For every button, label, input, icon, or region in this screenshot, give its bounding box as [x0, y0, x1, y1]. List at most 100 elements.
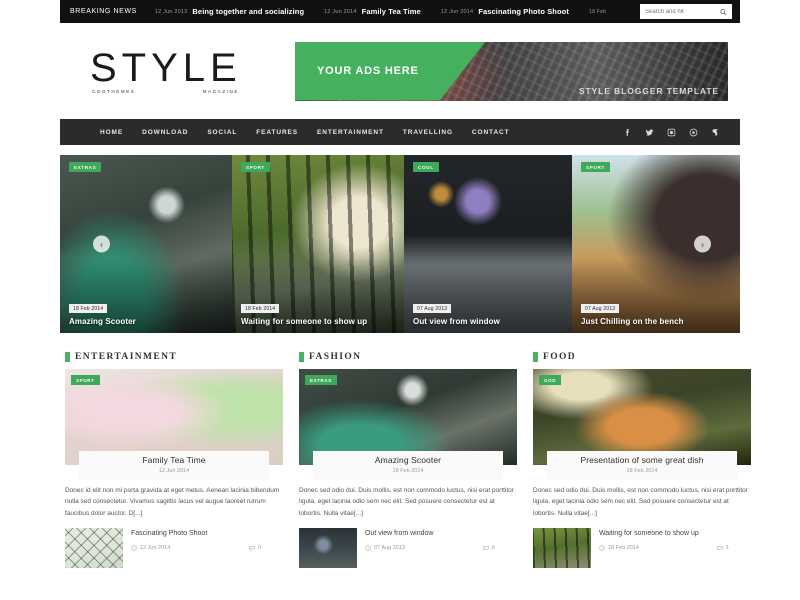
article-date: 18 Feb 2014: [392, 468, 424, 474]
list-item-date-wrap: 12 Jun 2014: [131, 545, 170, 551]
list-item-thumbnail[interactable]: [299, 528, 357, 569]
slide-title[interactable]: Out view from window: [413, 317, 563, 326]
site-logo[interactable]: STYLE COOTHEMES MAGAZINE: [60, 48, 295, 94]
twitter-icon[interactable]: [645, 128, 654, 137]
article-card[interactable]: SPORT Family Tea Time 12 Jun 2014 Donec …: [65, 369, 283, 519]
article-card[interactable]: EXTRAS Amazing Scooter 18 Feb 2014 Donec…: [299, 369, 517, 519]
category-marker-icon: [533, 352, 538, 362]
nav-item-download[interactable]: DOWNLOAD: [142, 129, 188, 136]
category-title[interactable]: ENTERTAINMENT: [75, 352, 177, 362]
nav-item-features[interactable]: FEATURES: [256, 129, 298, 136]
youtube-icon[interactable]: [711, 128, 720, 137]
slider-prev-button[interactable]: ‹: [93, 235, 110, 253]
slide-title[interactable]: Just Chilling on the bench: [581, 317, 731, 326]
article-excerpt: Donec sed odio dui. Duis mollis, est non…: [299, 487, 514, 517]
search-icon[interactable]: [720, 8, 727, 15]
article-meta: Amazing Scooter 18 Feb 2014: [313, 451, 503, 480]
ad-banner[interactable]: YOUR ADS HERE STYLE BLOGGER TEMPLATE: [295, 41, 728, 101]
category-header: FASHION: [299, 345, 517, 369]
slide-date: 18 Feb 2014: [69, 304, 108, 313]
category-columns: ENTERTAINMENT SPORT Family Tea Time 12 J…: [60, 345, 751, 569]
slide-title[interactable]: Waiting for someone to show up: [241, 317, 395, 326]
slide-category-badge[interactable]: SPORT: [241, 162, 271, 172]
comment-icon: [483, 546, 489, 551]
nav-item-entertainment[interactable]: ENTERTAINMENT: [317, 129, 384, 136]
slider-next-button[interactable]: ›: [694, 235, 711, 253]
slider-slide[interactable]: COOL 07 Aug 2013 Out view from window: [404, 155, 572, 333]
list-item-body: Out view from window 07 Aug 2013 0: [365, 528, 517, 551]
list-item-thumbnail[interactable]: [65, 528, 123, 569]
list-item-date: 12 Jun 2014: [140, 545, 171, 552]
ticker-title: Family Tea Time: [361, 7, 421, 16]
ad-label: YOUR ADS HERE: [317, 65, 419, 77]
slide-date: 07 Aug 2013: [581, 304, 620, 313]
list-item-comments-wrap: 0: [483, 545, 517, 551]
slider-slide[interactable]: SPORT 18 Feb 2014 Waiting for someone to…: [232, 155, 404, 333]
nav-item-contact[interactable]: CONTACT: [472, 129, 510, 136]
clock-icon: [599, 545, 605, 551]
ticker-item[interactable]: 12 Jun 2013 Being together and socializi…: [155, 7, 304, 16]
list-item-thumbnail[interactable]: [533, 528, 591, 569]
main-navigation: HOME DOWNLOAD SOCIAL FEATURES ENTERTAINM…: [60, 119, 740, 145]
article-excerpt: Donec id elit non mi porta gravida at eg…: [65, 487, 280, 517]
list-item-comment-count: 0: [257, 545, 261, 552]
category-title[interactable]: FASHION: [309, 352, 361, 362]
article-date: 18 Feb 2014: [626, 468, 658, 474]
dribbble-icon[interactable]: [689, 128, 698, 137]
nav-item-social[interactable]: SOCIAL: [207, 129, 237, 136]
category-marker-icon: [299, 352, 304, 362]
list-item-title[interactable]: Waiting for someone to show up: [599, 530, 751, 537]
list-item[interactable]: Waiting for someone to show up 18 Feb 20…: [533, 528, 751, 569]
ticker-date: 12 Jun 2013: [154, 8, 188, 15]
slide-caption: 18 Feb 2014 Amazing Scooter: [60, 297, 232, 334]
ticker-tail-date: 18 Feb: [588, 8, 607, 15]
ticker-date: 12 Jun 2014: [440, 8, 474, 15]
slide-category-badge[interactable]: COOL: [413, 162, 439, 172]
ticker-title: Fascinating Photo Shoot: [478, 7, 569, 16]
article-title[interactable]: Family Tea Time: [85, 455, 263, 465]
clock-icon: [365, 545, 371, 551]
article-title[interactable]: Presentation of some great dish: [553, 455, 731, 465]
column-entertainment: ENTERTAINMENT SPORT Family Tea Time 12 J…: [65, 345, 283, 569]
slide-date: 18 Feb 2014: [241, 304, 280, 313]
logo-subtitle-right: MAGAZINE: [202, 89, 239, 94]
category-marker-icon: [65, 352, 70, 362]
article-meta: Family Tea Time 12 Jun 2014: [79, 451, 269, 480]
search-box[interactable]: [640, 4, 732, 19]
article-card[interactable]: GOD Presentation of some great dish 18 F…: [533, 369, 751, 519]
facebook-icon[interactable]: [623, 128, 632, 137]
slider-slide[interactable]: EXTRAS 18 Feb 2014 Amazing Scooter ‹: [60, 155, 232, 333]
breaking-news-bar: BREAKING NEWS 12 Jun 2013 Being together…: [60, 0, 740, 23]
list-item-title[interactable]: Out view from window: [365, 530, 517, 537]
ticker-item[interactable]: 12 Jun 2014 Fascinating Photo Shoot: [441, 7, 569, 16]
article-category-badge[interactable]: GOD: [539, 375, 562, 385]
list-item-title[interactable]: Fascinating Photo Shoot: [131, 530, 283, 537]
slide-title[interactable]: Amazing Scooter: [69, 317, 223, 326]
social-links: [623, 128, 740, 137]
slider-slide[interactable]: SPORT 07 Aug 2013 Just Chilling on the b…: [572, 155, 740, 333]
slide-category-badge[interactable]: SPORT: [581, 162, 611, 172]
breaking-news-ticker: 12 Jun 2013 Being together and socializi…: [155, 7, 640, 16]
article-category-badge[interactable]: SPORT: [71, 375, 100, 385]
category-title[interactable]: FOOD: [543, 352, 576, 362]
article-category-badge[interactable]: EXTRAS: [305, 375, 337, 385]
ticker-date: 12 Jun 2014: [324, 8, 357, 15]
list-item[interactable]: Fascinating Photo Shoot 12 Jun 2014 0: [65, 528, 283, 569]
article-date: 12 Jun 2014: [158, 468, 190, 474]
list-item[interactable]: Out view from window 07 Aug 2013 0: [299, 528, 517, 569]
slide-category-badge[interactable]: EXTRAS: [69, 162, 102, 172]
list-item-comment-count: 0: [491, 545, 495, 552]
clock-icon: [131, 545, 137, 551]
search-input[interactable]: [645, 4, 727, 19]
nav-item-home[interactable]: HOME: [100, 129, 123, 136]
nav-item-travelling[interactable]: TRAVELLING: [403, 129, 453, 136]
article-title[interactable]: Amazing Scooter: [319, 455, 497, 465]
article-meta: Presentation of some great dish 18 Feb 2…: [547, 451, 737, 480]
logo-subtitle-left: COOTHEMES: [92, 89, 136, 94]
column-food: FOOD GOD Presentation of some great dish…: [533, 345, 751, 569]
slide-caption: 07 Aug 2013 Out view from window: [404, 297, 572, 334]
instagram-icon[interactable]: [667, 128, 676, 137]
ticker-item[interactable]: 12 Jun 2014 Family Tea Time: [324, 7, 421, 16]
slide-caption: 18 Feb 2014 Waiting for someone to show …: [232, 297, 404, 334]
ad-caption: STYLE BLOGGER TEMPLATE: [578, 85, 719, 96]
